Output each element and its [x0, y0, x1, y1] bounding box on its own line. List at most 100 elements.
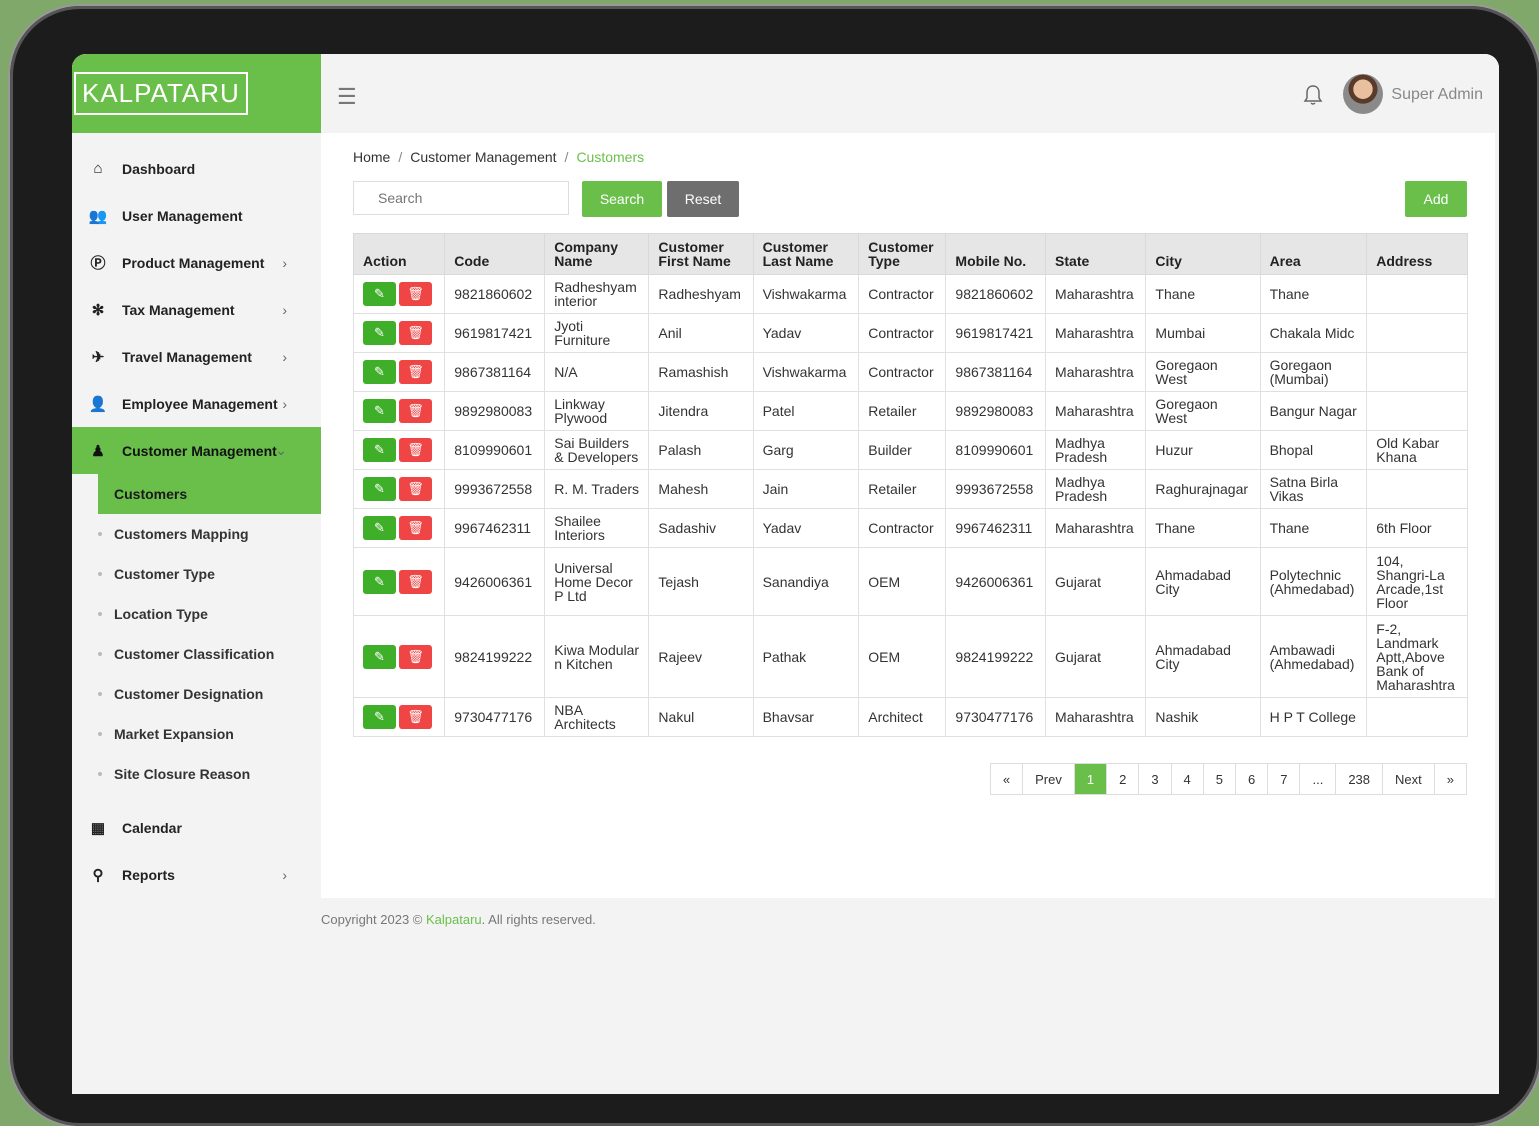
last-page-button[interactable]: »: [1433, 764, 1466, 794]
prev-page-button[interactable]: Prev: [1022, 764, 1074, 794]
sidebar-item-label: Reports: [122, 866, 175, 883]
table-cell: 9967462311: [945, 508, 1047, 548]
edit-pencil-icon[interactable]: ✎: [363, 477, 396, 501]
delete-trash-icon[interactable]: 🗑: [399, 705, 432, 729]
submenu-item-customers[interactable]: Customers: [98, 474, 321, 514]
notification-bell-icon[interactable]: [1303, 84, 1323, 112]
breadcrumb-home[interactable]: Home: [353, 149, 390, 165]
table-cell: [1366, 469, 1468, 509]
sidebar-item-dashboard[interactable]: ⌂ Dashboard: [72, 145, 321, 192]
sidebar-item-calendar[interactable]: ▦ Calendar: [72, 804, 321, 851]
page-button[interactable]: 2: [1106, 764, 1138, 794]
edit-pencil-icon[interactable]: ✎: [363, 399, 396, 423]
edit-pencil-icon[interactable]: ✎: [363, 644, 396, 669]
sidebar-item-label: Product Management: [122, 254, 265, 271]
sidebar-item-tax-management[interactable]: ✻ Tax Management ›: [72, 286, 321, 333]
user-name[interactable]: Super Admin: [1391, 86, 1483, 104]
table-cell: Maharashtra: [1045, 274, 1147, 314]
bullet-icon: [98, 532, 102, 536]
table-cell: 8109990601: [945, 430, 1047, 470]
delete-trash-icon[interactable]: 🗑: [399, 644, 432, 669]
submenu-item-market-expansion[interactable]: Market Expansion: [72, 714, 321, 754]
menu-toggle-icon[interactable]: ☰: [337, 84, 357, 110]
page-button[interactable]: 238: [1335, 764, 1382, 794]
page-button[interactable]: 7: [1267, 764, 1299, 794]
footer-brand-link[interactable]: Kalpataru: [426, 912, 482, 927]
employee-icon: 👤: [88, 395, 108, 413]
column-header: Area: [1259, 233, 1368, 275]
edit-pencil-icon[interactable]: ✎: [363, 569, 396, 594]
reset-button[interactable]: Reset: [667, 181, 739, 217]
table-cell: [1366, 274, 1468, 314]
delete-trash-icon[interactable]: 🗑: [399, 438, 432, 462]
delete-trash-icon[interactable]: 🗑: [399, 399, 432, 423]
submenu-item-customer-classification[interactable]: Customer Classification: [72, 634, 321, 674]
edit-pencil-icon[interactable]: ✎: [363, 516, 396, 540]
submenu-item-customers-mapping[interactable]: Customers Mapping: [72, 514, 321, 554]
submenu-item-customer-type[interactable]: Customer Type: [72, 554, 321, 594]
table-cell: [1366, 352, 1468, 392]
app-screen: KALPATARU ⌂ Dashboard 👥 User Management Ⓟ Pro…: [72, 54, 1499, 1094]
user-avatar[interactable]: [1343, 74, 1383, 114]
page-button[interactable]: 4: [1170, 764, 1203, 794]
breadcrumb-section[interactable]: Customer Management: [410, 149, 556, 165]
bullet-icon: [98, 772, 102, 776]
table-cell: [1366, 391, 1468, 431]
table-cell: Ahmadabad City: [1145, 547, 1261, 616]
delete-trash-icon[interactable]: 🗑: [399, 282, 432, 306]
sidebar-item-product-management[interactable]: Ⓟ Product Management ›: [72, 239, 321, 286]
table-cell: 9730477176: [945, 697, 1047, 737]
table-header-row: Action Code Company Name Customer First Nam…: [352, 233, 1468, 275]
tablet-frame: KALPATARU ⌂ Dashboard 👥 User Management Ⓟ Pro…: [10, 6, 1539, 1126]
add-button[interactable]: Add: [1405, 181, 1467, 217]
search-button[interactable]: Search: [582, 181, 662, 217]
edit-pencil-icon[interactable]: ✎: [363, 282, 396, 306]
submenu-item-site-closure-reason[interactable]: Site Closure Reason: [72, 754, 321, 794]
next-page-button[interactable]: Next: [1382, 764, 1434, 794]
table-cell: Mumbai: [1145, 313, 1261, 353]
table-cell: Raghurajnagar: [1145, 469, 1261, 509]
table-cell: 9892980083: [945, 391, 1047, 431]
delete-trash-icon[interactable]: 🗑: [399, 516, 432, 540]
table-cell: OEM: [858, 615, 947, 698]
reports-icon: ⚲: [92, 866, 104, 884]
table-cell: 9619817421: [444, 313, 546, 353]
submenu-item-customer-designation[interactable]: Customer Designation: [72, 674, 321, 714]
edit-pencil-icon[interactable]: ✎: [363, 360, 396, 384]
delete-trash-icon[interactable]: 🗑: [399, 321, 432, 345]
brand-logo[interactable]: KALPATARU: [74, 72, 248, 115]
first-page-button[interactable]: «: [991, 764, 1022, 794]
sidebar-item-reports[interactable]: ⚲ Reports ›: [72, 851, 321, 898]
page-button[interactable]: 1: [1073, 764, 1107, 794]
table-cell: 9967462311: [444, 508, 546, 548]
table-cell: Vishwakarma: [752, 352, 860, 392]
delete-trash-icon[interactable]: 🗑: [399, 477, 432, 501]
delete-trash-icon[interactable]: 🗑: [399, 569, 432, 594]
delete-trash-icon[interactable]: 🗑: [399, 360, 432, 384]
page-button[interactable]: ...: [1299, 764, 1335, 794]
customers-table: Action Code Company Name Customer First Nam…: [352, 233, 1468, 737]
edit-pencil-icon[interactable]: ✎: [363, 321, 396, 345]
search-input[interactable]: [353, 181, 569, 215]
page-button[interactable]: 3: [1138, 764, 1170, 794]
table-cell: [1366, 313, 1468, 353]
sidebar-item-user-management[interactable]: 👥 User Management: [72, 192, 321, 239]
table-cell: 9867381164: [945, 352, 1047, 392]
sidebar-item-employee-management[interactable]: 👤 Employee Management ›: [72, 380, 321, 427]
row-actions: ✎ 🗑: [352, 274, 446, 314]
sidebar-item-customer-management[interactable]: ♟ Customer Management ⌄: [72, 427, 321, 474]
breadcrumb-current: Customers: [576, 149, 645, 165]
column-header: Customer Last Name: [752, 233, 860, 275]
page-button[interactable]: 5: [1202, 764, 1235, 794]
bullet-icon: [98, 652, 102, 656]
sidebar-item-travel-management[interactable]: ✈ Travel Management ›: [72, 333, 321, 380]
page-button[interactable]: 6: [1235, 764, 1267, 794]
customer-management-submenu: Customers Customers Mapping Customer Type L…: [72, 474, 321, 804]
row-actions: ✎ 🗑: [352, 313, 446, 353]
footer-prefix: Copyright 2023 ©: [321, 912, 426, 927]
table-cell: Goregaon West: [1145, 352, 1261, 392]
edit-pencil-icon[interactable]: ✎: [363, 438, 396, 462]
sidebar-item-label: Employee Management: [122, 395, 278, 412]
edit-pencil-icon[interactable]: ✎: [363, 705, 396, 729]
submenu-item-location-type[interactable]: Location Type: [72, 594, 321, 634]
